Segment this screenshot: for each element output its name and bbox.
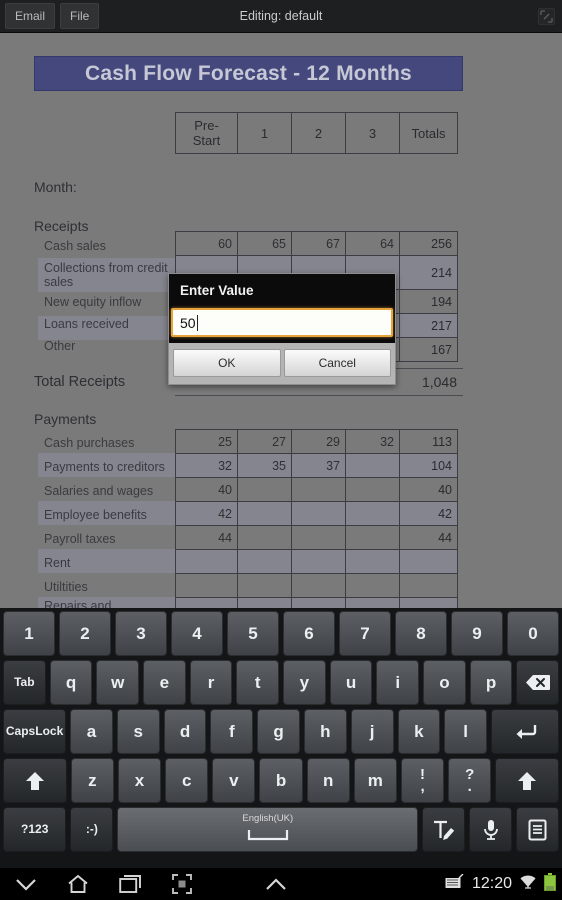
key-n[interactable]: n	[306, 758, 350, 803]
resize-icon[interactable]	[538, 8, 555, 25]
punct-period: .	[467, 777, 472, 795]
key-j[interactable]: j	[350, 709, 394, 754]
device-screen: Email File Editing: default Cash Flow Fo…	[0, 0, 562, 900]
keyboard-row-home: Caps Lock a s d f g h j k l	[3, 709, 560, 754]
key-t[interactable]: t	[236, 660, 280, 705]
key-q[interactable]: q	[49, 660, 93, 705]
keyboard-row-numbers: 1 2 3 4 5 6 7 8 9 0	[3, 611, 559, 656]
key-8[interactable]: 8	[395, 611, 447, 656]
cancel-button[interactable]: Cancel	[283, 349, 391, 377]
punct-comma: ,	[420, 777, 425, 795]
enter-icon[interactable]	[491, 709, 560, 754]
key-s[interactable]: s	[116, 709, 160, 754]
key-l[interactable]: l	[444, 709, 488, 754]
value-input-text: 50	[180, 314, 196, 331]
app-action-bar: Email File Editing: default	[0, 0, 562, 33]
recents-icon[interactable]	[104, 868, 156, 900]
key-exclaim-comma[interactable]: ! ,	[400, 758, 445, 803]
key-2[interactable]: 2	[59, 611, 111, 656]
battery-icon	[544, 872, 556, 896]
key-i[interactable]: i	[376, 660, 420, 705]
keyboard-row-qwerty: Tab q w e r t y u i o p	[3, 660, 560, 705]
microphone-icon[interactable]	[469, 807, 513, 852]
key-4[interactable]: 4	[171, 611, 223, 656]
caps-line1: Caps	[5, 724, 36, 738]
dialog-input-wrap: 50	[169, 308, 395, 343]
on-screen-keyboard: 1 2 3 4 5 6 7 8 9 0 Tab q w e r t y u i …	[0, 608, 562, 868]
key-5[interactable]: 5	[227, 611, 279, 656]
key-3[interactable]: 3	[115, 611, 167, 656]
shift-icon-right[interactable]	[495, 758, 560, 803]
caps-line2: Lock	[35, 724, 64, 738]
key-emoji[interactable]: :-)	[70, 807, 114, 852]
key-w[interactable]: w	[96, 660, 140, 705]
key-e[interactable]: e	[143, 660, 186, 705]
keyboard-row-space: ?123 :-) English(UK)	[3, 807, 559, 852]
key-space[interactable]: English(UK)	[117, 807, 419, 852]
key-z[interactable]: z	[70, 758, 114, 803]
status-indicators: 12:20	[445, 868, 556, 900]
key-d[interactable]: d	[163, 709, 207, 754]
email-button[interactable]: Email	[5, 3, 56, 29]
key-m[interactable]: m	[353, 758, 397, 803]
dialog-button-bar: OK Cancel	[169, 343, 395, 384]
ok-button[interactable]: OK	[173, 349, 281, 377]
shift-icon-left[interactable]	[3, 758, 67, 803]
key-6[interactable]: 6	[283, 611, 335, 656]
key-k[interactable]: k	[397, 709, 441, 754]
value-input[interactable]: 50	[171, 308, 393, 337]
dialog-title: Enter Value	[169, 274, 395, 308]
key-o[interactable]: o	[423, 660, 466, 705]
key-9[interactable]: 9	[451, 611, 503, 656]
key-r[interactable]: r	[189, 660, 233, 705]
key-c[interactable]: c	[165, 758, 209, 803]
key-a[interactable]: a	[70, 709, 113, 754]
key-h[interactable]: h	[303, 709, 347, 754]
key-caps-lock[interactable]: Caps Lock	[3, 709, 67, 754]
clipboard-icon[interactable]	[516, 807, 559, 852]
text-caret	[196, 314, 198, 331]
home-icon[interactable]	[52, 868, 104, 900]
key-x[interactable]: x	[117, 758, 162, 803]
key-0[interactable]: 0	[507, 611, 559, 656]
clock: 12:20	[471, 875, 512, 892]
key-y[interactable]: y	[283, 660, 326, 705]
key-symbols[interactable]: ?123	[3, 807, 67, 852]
file-button[interactable]: File	[60, 3, 100, 29]
wifi-icon	[519, 874, 537, 895]
keyboard-row-bottom-letters: z x c v b n m ! , ? .	[3, 758, 560, 803]
key-u[interactable]: u	[329, 660, 373, 705]
key-p[interactable]: p	[469, 660, 513, 705]
key-f[interactable]: f	[210, 709, 254, 754]
enter-value-dialog: Enter Value 50 OK Cancel	[168, 273, 396, 385]
screenshot-icon[interactable]	[156, 868, 208, 900]
key-v[interactable]: v	[212, 758, 256, 803]
chevron-down-icon[interactable]	[0, 868, 52, 900]
chevron-up-icon[interactable]	[250, 868, 302, 900]
key-7[interactable]: 7	[339, 611, 391, 656]
key-1[interactable]: 1	[3, 611, 55, 656]
key-g[interactable]: g	[257, 709, 300, 754]
backspace-icon[interactable]	[516, 660, 560, 705]
key-question-period[interactable]: ? .	[448, 758, 492, 803]
handwriting-icon[interactable]	[422, 807, 466, 852]
keyboard-indicator-icon[interactable]	[445, 873, 465, 895]
space-language-label: English(UK)	[242, 813, 294, 824]
key-tab[interactable]: Tab	[3, 660, 46, 705]
key-b[interactable]: b	[259, 758, 303, 803]
system-navigation-bar: 12:20	[0, 868, 562, 900]
spreadsheet-canvas[interactable]: Cash Flow Forecast - 12 Months Month: Pr…	[0, 33, 562, 608]
